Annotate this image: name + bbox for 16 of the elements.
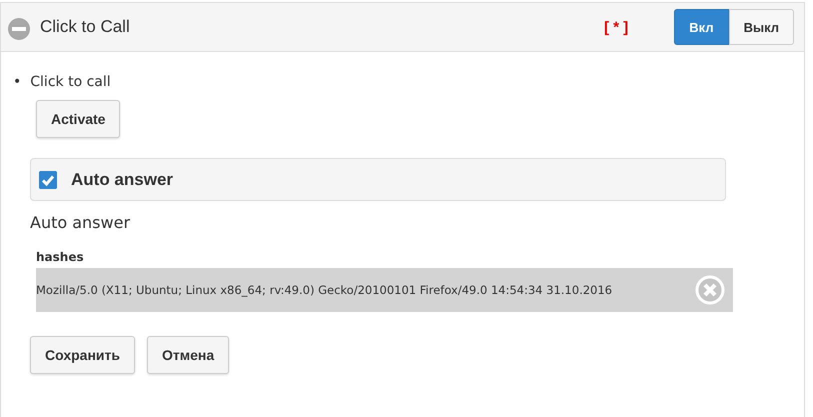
panel-title: Click to Call bbox=[40, 17, 131, 37]
form-button[interactable]: Отмена bbox=[146, 336, 230, 374]
section-title: Auto answer bbox=[30, 213, 132, 232]
toggle-button[interactable]: Вкл bbox=[674, 9, 729, 45]
checkbox[interactable] bbox=[39, 170, 57, 188]
activate-button[interactable]: Activate bbox=[36, 100, 120, 138]
toggle-button[interactable]: Выкл bbox=[728, 9, 794, 45]
collapse-icon[interactable] bbox=[8, 18, 30, 40]
checkbox-label: Auto answer bbox=[71, 170, 174, 190]
form-button[interactable]: Сохранить bbox=[30, 336, 135, 374]
remove-icon[interactable] bbox=[695, 275, 725, 305]
field-label: hashes bbox=[36, 250, 85, 264]
bullet: • bbox=[13, 74, 22, 90]
list-item: Click to call bbox=[30, 74, 111, 90]
hash-text: Mozilla/5.0 (X11; Ubuntu; Linux x86_64; rv:49.0) Gecko/20100101 Firefox/49.0 14:54:34 31.10.2016 bbox=[36, 283, 612, 297]
required-marker: [ * ] bbox=[604, 18, 628, 36]
